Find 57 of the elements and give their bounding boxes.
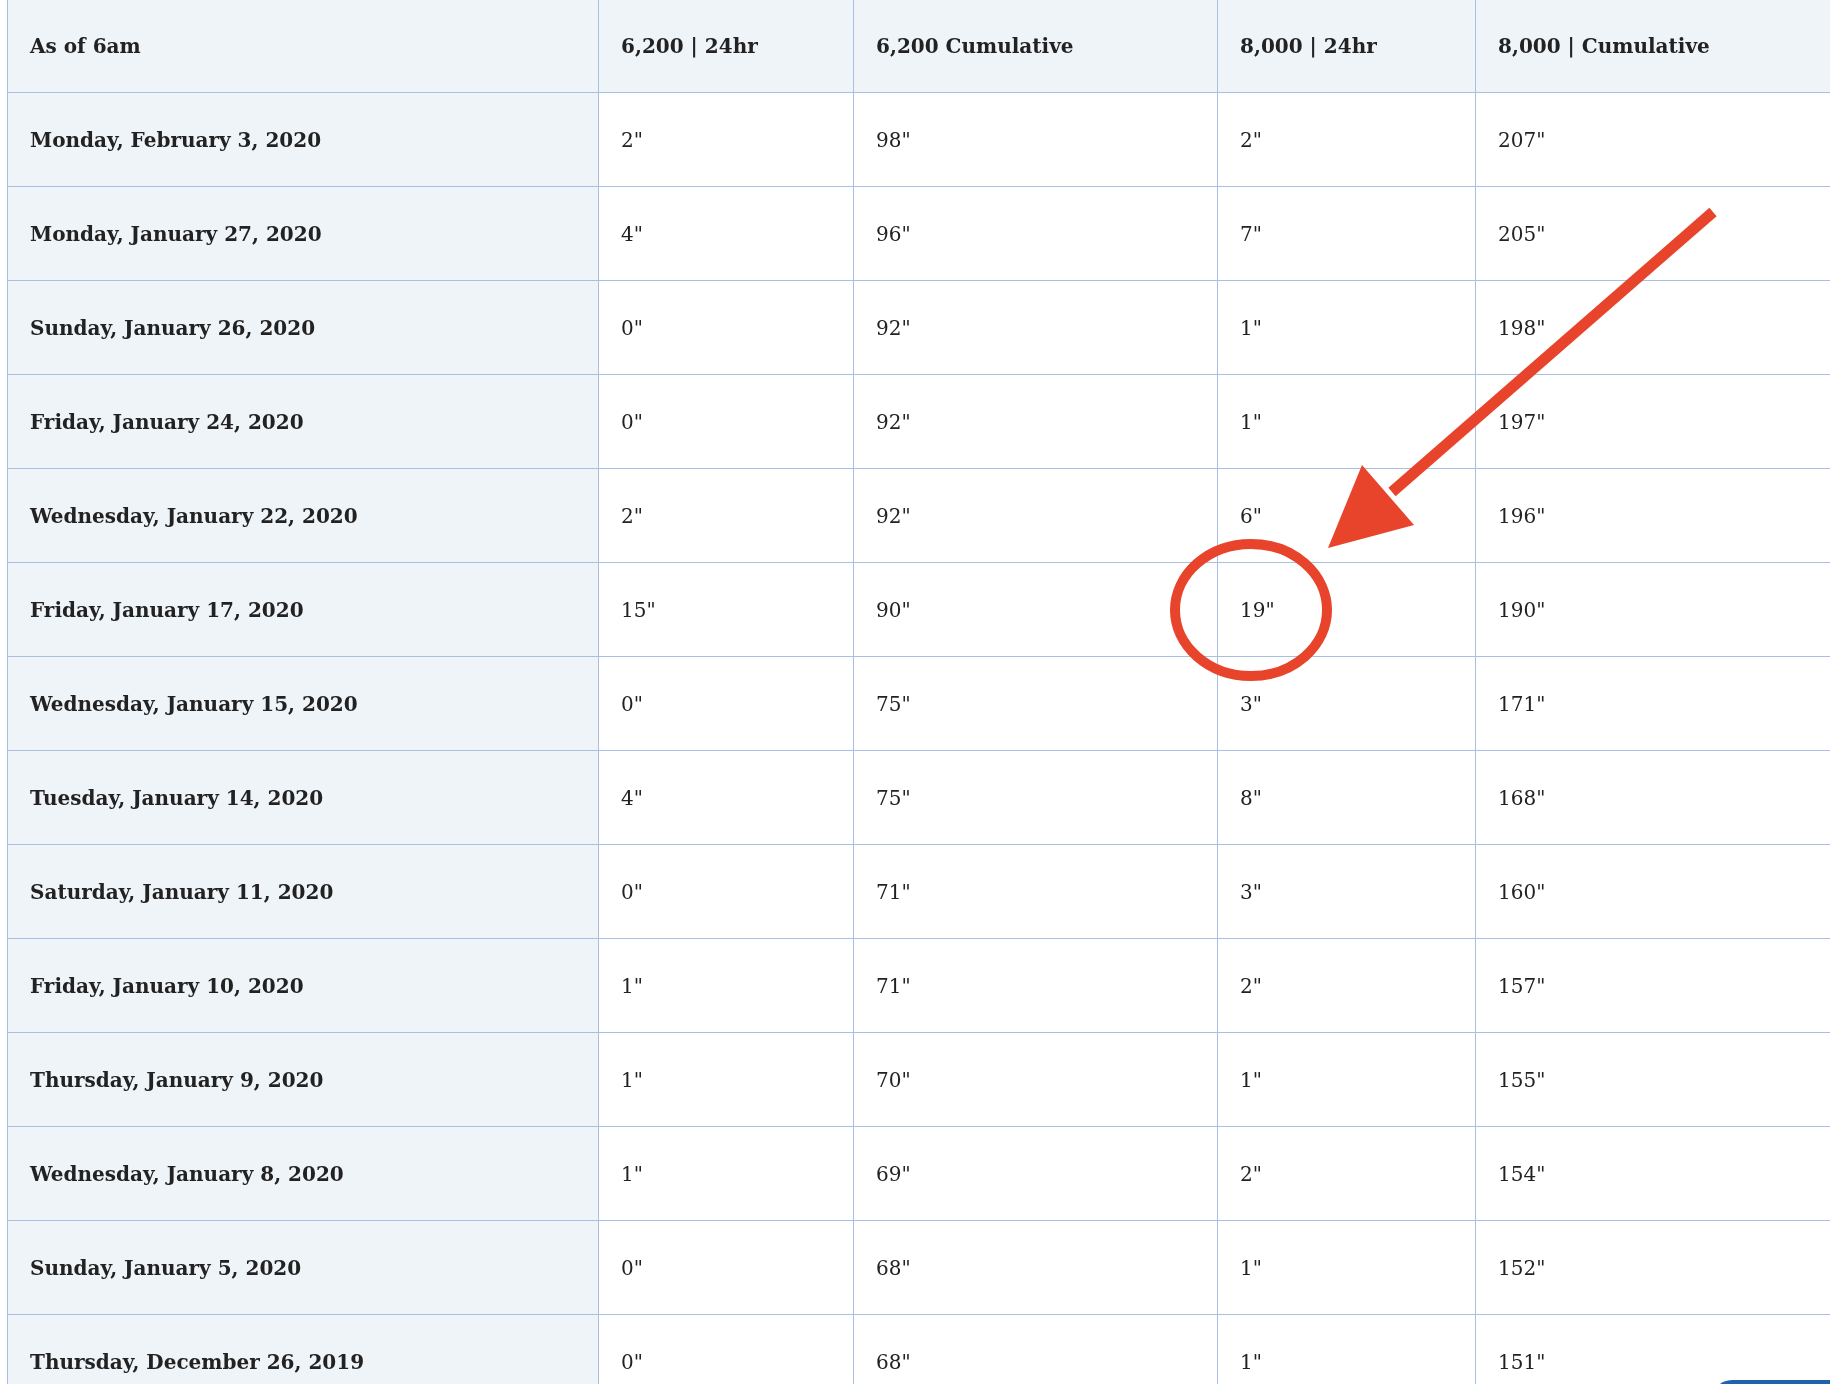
date-cell: Tuesday, January 14, 2020 (8, 751, 599, 845)
column-header: 6,200 | 24hr (599, 0, 854, 93)
value-cell: 75" (854, 751, 1218, 845)
column-header: 8,000 | 24hr (1218, 0, 1476, 93)
value-cell: 1" (1218, 375, 1476, 469)
date-cell: Friday, January 24, 2020 (8, 375, 599, 469)
value-cell: 75" (854, 657, 1218, 751)
value-cell: 1" (599, 1127, 854, 1221)
value-cell: 71" (854, 845, 1218, 939)
value-cell: 0" (599, 1221, 854, 1315)
date-cell: Wednesday, January 15, 2020 (8, 657, 599, 751)
value-cell: 92" (854, 469, 1218, 563)
value-cell: 7" (1218, 187, 1476, 281)
value-cell: 92" (854, 375, 1218, 469)
date-cell: Friday, January 10, 2020 (8, 939, 599, 1033)
date-cell: Wednesday, January 8, 2020 (8, 1127, 599, 1221)
value-cell: 3" (1218, 845, 1476, 939)
value-cell: 19" (1218, 563, 1476, 657)
date-cell: Thursday, December 26, 2019 (8, 1315, 599, 1384)
value-cell: 2" (1218, 1127, 1476, 1221)
value-cell: 1" (1218, 1221, 1476, 1315)
date-cell: Friday, January 17, 2020 (8, 563, 599, 657)
value-cell: 1" (1218, 1033, 1476, 1127)
value-cell: 0" (599, 657, 854, 751)
value-cell: 68" (854, 1221, 1218, 1315)
value-cell: 1" (1218, 281, 1476, 375)
value-cell: 71" (854, 939, 1218, 1033)
value-cell: 0" (599, 375, 854, 469)
column-header: 6,200 Cumulative (854, 0, 1218, 93)
value-cell: 69" (854, 1127, 1218, 1221)
value-cell: 2" (599, 469, 854, 563)
value-cell: 8" (1218, 751, 1476, 845)
value-cell: 1" (599, 939, 854, 1033)
value-cell: 15" (599, 563, 854, 657)
date-cell: Thursday, January 9, 2020 (8, 1033, 599, 1127)
value-cell: 3" (1218, 657, 1476, 751)
value-cell: 0" (599, 845, 854, 939)
value-cell: 4" (599, 187, 854, 281)
value-cell: 1" (599, 1033, 854, 1127)
date-cell: Sunday, January 5, 2020 (8, 1221, 599, 1315)
value-cell: 2" (1218, 93, 1476, 187)
column-header: 8,000 | Cumulative (1476, 0, 1830, 93)
date-cell: Sunday, January 26, 2020 (8, 281, 599, 375)
date-cell: Monday, January 27, 2020 (8, 187, 599, 281)
date-cell: Saturday, January 11, 2020 (8, 845, 599, 939)
value-cell: 2" (599, 93, 854, 187)
value-cell: 98" (854, 93, 1218, 187)
date-cell: Monday, February 3, 2020 (8, 93, 599, 187)
value-cell: 0" (599, 281, 854, 375)
column-header: As of 6am (8, 0, 599, 93)
value-cell: 92" (854, 281, 1218, 375)
date-cell: Wednesday, January 22, 2020 (8, 469, 599, 563)
value-cell: 70" (854, 1033, 1218, 1127)
value-cell: 90" (854, 563, 1218, 657)
value-cell: 96" (854, 187, 1218, 281)
value-cell: 2" (1218, 939, 1476, 1033)
value-cell: 4" (599, 751, 854, 845)
